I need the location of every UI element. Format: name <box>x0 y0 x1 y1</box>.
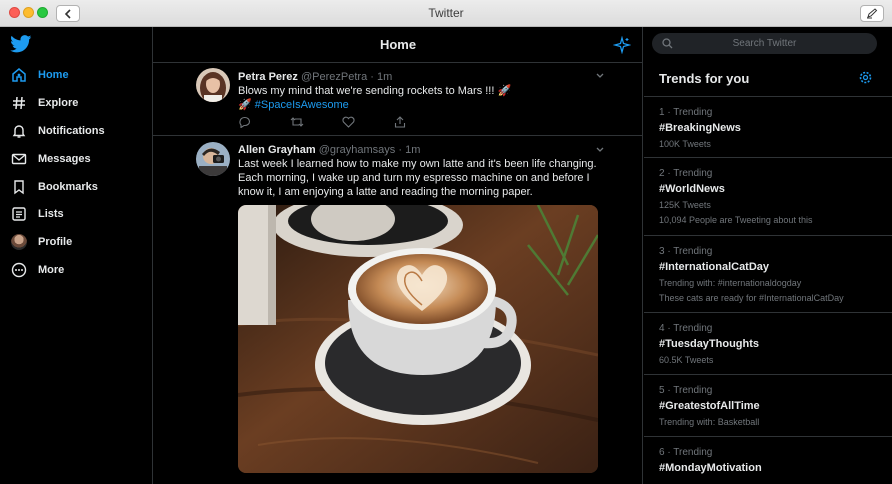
bookmark-icon <box>10 178 28 196</box>
tweet-header: Allen Grayham @grayhamsays · 1m <box>238 143 603 157</box>
more-icon <box>10 261 28 279</box>
trend-meta: 6 · Trending <box>659 447 713 458</box>
tweet-card[interactable]: Petra Perez @PerezPetra · 1m Blows my mi… <box>153 63 643 136</box>
right-column: Search Twitter Trends for you 1 · Trendi… <box>644 27 892 484</box>
sidebar-item-lists[interactable]: Lists <box>10 203 64 225</box>
trend-hashtag[interactable]: #TuesdayThoughts <box>659 338 759 350</box>
trend-description: These cats are ready for #InternationalC… <box>659 293 844 303</box>
sidebar-item-label: Home <box>38 69 69 81</box>
trend-meta: 1 · Trending <box>659 107 713 118</box>
sidebar-item-messages[interactable]: Messages <box>10 148 91 170</box>
sidebar-item-bookmarks[interactable]: Bookmarks <box>10 176 98 198</box>
list-icon <box>10 205 28 223</box>
home-icon <box>10 66 28 84</box>
trend-related: Trending with: Basketball <box>659 417 760 427</box>
avatar <box>11 234 27 250</box>
tweet-time: · 1m <box>398 144 421 156</box>
trend-meta: 3 · Trending <box>659 246 713 257</box>
sidebar-item-notifications[interactable]: Notifications <box>10 120 105 142</box>
retweet-button[interactable] <box>290 115 342 129</box>
trend-item[interactable]: 1 · Trending #BreakingNews 100K Tweets <box>644 97 892 158</box>
share-button[interactable] <box>394 115 446 129</box>
tweet-text: Last week I learned how to make my own l… <box>238 158 597 198</box>
page-title: Home <box>379 37 417 52</box>
search-placeholder: Search Twitter <box>732 38 797 49</box>
sidebar-item-label: Lists <box>38 208 64 220</box>
trend-description: 10,094 People are Tweeting about this <box>659 215 813 225</box>
tweet-body: Petra Perez @PerezPetra · 1m Blows my mi… <box>238 70 603 112</box>
trends-panel: Trends for you 1 · Trending #BreakingNew… <box>644 61 892 474</box>
tweet-body: Allen Grayham @grayhamsays · 1m Last wee… <box>238 143 603 199</box>
tweet-author-handle[interactable]: @PerezPetra <box>301 71 367 83</box>
retweet-icon <box>290 117 304 127</box>
compose-icon <box>867 8 878 19</box>
search-input[interactable]: Search Twitter <box>652 33 877 54</box>
sidebar-item-profile[interactable]: Profile <box>10 231 72 253</box>
compose-button[interactable] <box>860 5 884 22</box>
tweet-header: Petra Perez @PerezPetra · 1m <box>238 70 603 84</box>
title-bar: Twitter <box>0 0 892 27</box>
reply-icon <box>239 116 251 128</box>
avatar[interactable] <box>196 142 230 176</box>
envelope-icon <box>10 150 28 168</box>
trend-meta: 5 · Trending <box>659 385 713 396</box>
window-title: Twitter <box>428 6 464 20</box>
sidebar-item-label: More <box>38 264 65 276</box>
timeline-header: Home <box>153 27 643 63</box>
heart-icon <box>342 116 355 128</box>
rocket-emoji: 🚀 <box>238 99 252 111</box>
trend-meta: 2 · Trending <box>659 168 713 179</box>
trend-item[interactable]: 2 · Trending #WorldNews 125K Tweets 10,0… <box>644 158 892 236</box>
reply-button[interactable] <box>238 115 290 129</box>
avatar[interactable] <box>196 68 230 102</box>
profile-avatar-wrap <box>10 233 28 251</box>
app-window: Twitter Home Explore Notifications Messa… <box>0 0 892 484</box>
trend-tweet-count: 60.5K Tweets <box>659 355 714 365</box>
sidebar-item-home[interactable]: Home <box>10 64 69 86</box>
chevron-down-icon[interactable] <box>595 143 605 157</box>
timeline: Home Petra Perez @PerezPetra · 1m Blows … <box>153 27 643 484</box>
sidebar-item-label: Messages <box>38 153 91 165</box>
trend-tweet-count: 125K Tweets <box>659 200 711 210</box>
share-icon <box>394 116 406 128</box>
like-button[interactable] <box>342 115 394 129</box>
bell-icon <box>10 122 28 140</box>
sidebar-item-label: Bookmarks <box>38 181 98 193</box>
chevron-down-icon[interactable] <box>595 69 605 83</box>
sidebar-item-label: Explore <box>38 97 79 109</box>
trend-related: Trending with: #internationaldogday <box>659 278 802 288</box>
trend-item[interactable]: 5 · Trending #GreatestofAllTime Trending… <box>644 375 892 437</box>
sidebar-item-label: Notifications <box>38 125 105 137</box>
sidebar-item-explore[interactable]: Explore <box>10 92 78 114</box>
trend-hashtag[interactable]: #MondayMotivation <box>659 462 762 474</box>
tweet-author-name[interactable]: Petra Perez <box>238 71 298 83</box>
sidebar-item-label: Profile <box>38 236 73 248</box>
tweet-author-handle[interactable]: @grayhamsays <box>319 144 396 156</box>
trend-item[interactable]: 6 · Trending #MondayMotivation <box>644 437 892 484</box>
twitter-logo-icon[interactable] <box>10 35 32 56</box>
tweet-card[interactable]: Allen Grayham @grayhamsays · 1m Last wee… <box>153 136 643 484</box>
hashtag-icon <box>10 94 28 112</box>
trends-title: Trends for you <box>659 71 750 86</box>
tweet-author-name[interactable]: Allen Grayham <box>238 144 316 156</box>
trends-header: Trends for you <box>644 61 892 97</box>
sidebar: Home Explore Notifications Messages Book… <box>0 27 153 484</box>
tweet-photo[interactable] <box>238 205 598 473</box>
tweet-time: · 1m <box>370 71 393 83</box>
trend-hashtag[interactable]: #GreatestofAllTime <box>659 400 760 412</box>
sparkle-icon[interactable] <box>612 35 632 57</box>
trend-item[interactable]: 3 · Trending #InternationalCatDay Trendi… <box>644 236 892 313</box>
tweet-actions <box>238 115 446 129</box>
trend-hashtag[interactable]: #WorldNews <box>659 183 725 195</box>
trend-tweet-count: 100K Tweets <box>659 139 711 149</box>
tweet-hashtag-link[interactable]: #SpaceIsAwesome <box>255 99 349 111</box>
trend-hashtag[interactable]: #InternationalCatDay <box>659 261 769 273</box>
trend-meta: 4 · Trending <box>659 323 713 334</box>
trend-hashtag[interactable]: #BreakingNews <box>659 122 741 134</box>
gear-icon[interactable] <box>859 71 872 87</box>
sidebar-item-more[interactable]: More <box>10 259 64 281</box>
tweet-text-line: 🚀 #SpaceIsAwesome <box>238 98 603 112</box>
trend-item[interactable]: 4 · Trending #TuesdayThoughts 60.5K Twee… <box>644 313 892 375</box>
tweet-text: Blows my mind that we're sending rockets… <box>238 85 512 97</box>
